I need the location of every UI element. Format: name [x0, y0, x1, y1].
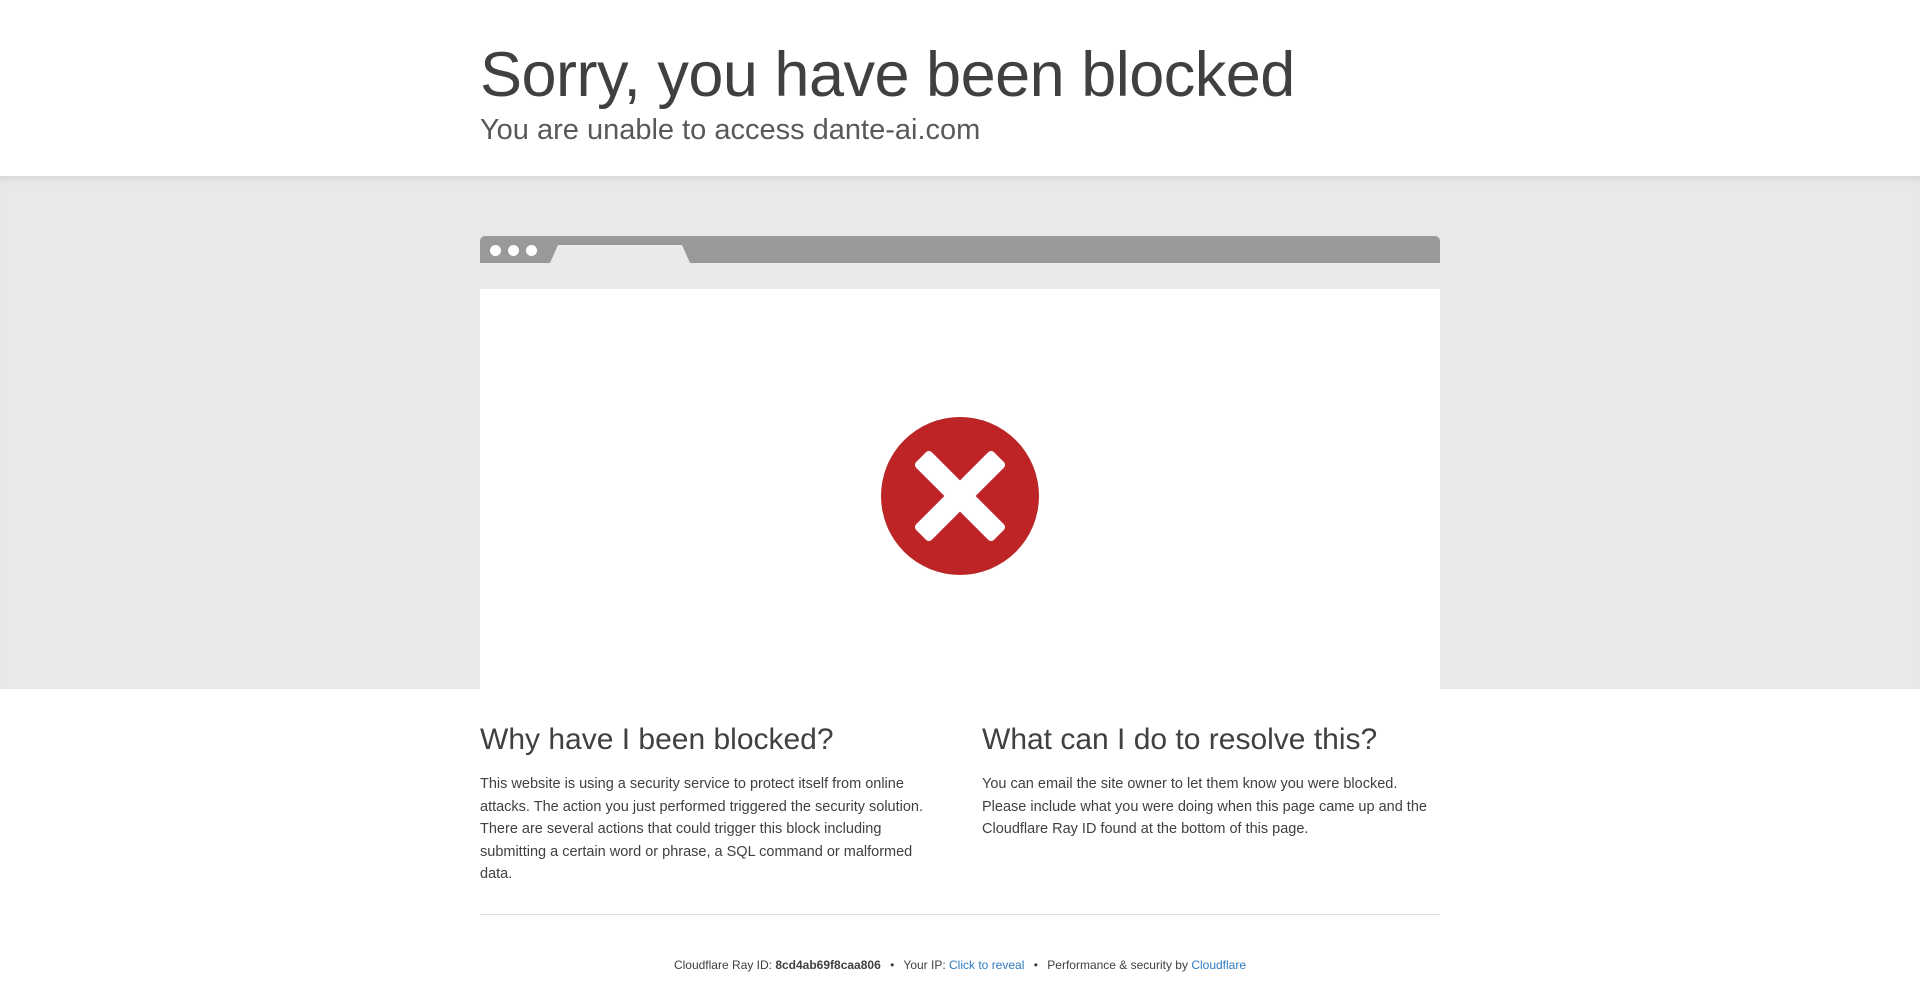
x-circle-icon [881, 417, 1039, 575]
footer: Cloudflare Ray ID: 8cd4ab69f8caa806 • Yo… [0, 958, 1920, 972]
why-blocked-text: This website is using a security service… [480, 776, 924, 883]
your-ip-label: Your IP: [903, 958, 950, 972]
browser-body [480, 289, 1440, 689]
footer-divider [480, 914, 1440, 915]
browser-tab [550, 245, 690, 263]
reveal-ip-link[interactable]: Click to reveal [949, 958, 1024, 972]
footer-separator: • [890, 958, 895, 972]
page-subtitle: You are unable to access dante-ai.com [480, 114, 981, 146]
page-title: Sorry, you have been blocked [480, 40, 1295, 110]
page-header: Sorry, you have been blocked You are una… [0, 0, 1920, 176]
resolve-column: What can I do to resolve this? You can e… [982, 721, 1440, 841]
browser-illustration [480, 236, 1440, 689]
window-dot-icon [490, 245, 501, 256]
performance-label: Performance & security by [1047, 958, 1192, 972]
window-dot-icon [508, 245, 519, 256]
cloudflare-link[interactable]: Cloudflare [1191, 958, 1246, 972]
why-blocked-heading: Why have I been blocked? [480, 723, 834, 756]
ray-id-label: Cloudflare Ray ID: [673, 958, 776, 972]
ray-id-value: 8cd4ab69f8caa806 [775, 958, 881, 972]
why-blocked-column: Why have I been blocked? This website is… [480, 721, 930, 886]
footer-separator: • [1033, 958, 1038, 972]
window-dot-icon [526, 245, 537, 256]
browser-address-strip [480, 263, 1440, 289]
resolve-text: You can email the site owner to let them… [982, 776, 1427, 838]
browser-titlebar [480, 236, 1440, 263]
resolve-heading: What can I do to resolve this? [982, 723, 1378, 756]
